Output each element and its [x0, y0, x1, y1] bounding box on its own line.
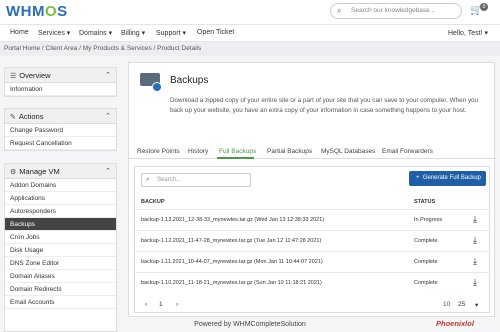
sidebar-manage-title: Manage VM [19, 167, 60, 176]
generate-full-backup-button[interactable]: + Generate Full Backup [409, 171, 486, 186]
download-icon[interactable]: ⤓ [473, 277, 477, 288]
sidebar-item-applications[interactable]: Applications [5, 192, 116, 205]
breadcrumb: Portal Home / Client Area / My Products … [0, 42, 500, 56]
sidebar-overview-header[interactable]: ☰ Overview ⌃ [5, 68, 116, 83]
backup-status: Complete [414, 280, 438, 286]
sidebar-actions-header[interactable]: ✎ Actions ⌃ [5, 109, 116, 124]
download-icon[interactable]: ⤓ [473, 214, 477, 225]
nav-open-ticket[interactable]: Open Ticket [197, 29, 234, 36]
page-title: Backups [170, 75, 209, 86]
backup-tabs: Restore Points History Full Backups Part… [129, 143, 496, 159]
table-row: backup-1.13.2021_12-38-33_mynewtes.tar.g… [135, 209, 489, 230]
sidebar-item-addon-domains[interactable]: Addon Domains [5, 179, 116, 192]
knowledgebase-search-input[interactable]: ⌕ Search our knowledgebase... [330, 3, 462, 19]
sidebar-item-backups[interactable]: Backups [5, 218, 116, 231]
header: WHMOS ⌕ Search our knowledgebase... 🛒 0 [0, 0, 500, 24]
page-size-10[interactable]: 10 [443, 301, 450, 308]
backup-name: backup-1.10.2021_11-18-21_mynewtes.tar.g… [141, 280, 322, 286]
footer: Powered by WHMCompleteSolution [194, 321, 306, 328]
main-panel: Backups Download a zipped copy of your e… [128, 62, 496, 317]
logo[interactable]: WHMOS [6, 3, 68, 20]
watermark: Phoenixlol [436, 319, 474, 328]
search-icon: ⌕ [337, 6, 342, 15]
prev-page-button[interactable]: ‹ [145, 301, 147, 308]
cart-count-badge: 0 [480, 3, 488, 11]
chevron-up-icon: ⌃ [105, 168, 111, 175]
backup-name: backup-1.13.2021_12-38-33_mynewtes.tar.g… [141, 217, 325, 223]
sidebar-item-change-password[interactable]: Change Password [5, 124, 116, 137]
tab-restore-points[interactable]: Restore Points [137, 148, 180, 155]
wrench-icon: ✎ [10, 114, 16, 121]
page-description: Download a zipped copy of your entire si… [170, 97, 479, 114]
main-nav: Home Services ▾ Domains ▾ Billing ▾ Supp… [0, 24, 500, 42]
sidebar-item-domain-redirects[interactable]: Domain Redirects [5, 283, 116, 296]
table-row: backup-1.11.2021_10-44-07_mynewtes.tar.g… [135, 251, 489, 272]
backup-search-placeholder: Search... [157, 177, 182, 183]
tab-partial-backups[interactable]: Partial Backups [267, 148, 312, 155]
sidebar-manage-header[interactable]: ⚙ Manage VM ⌃ [5, 164, 116, 179]
nav-services[interactable]: Services ▾ [38, 29, 70, 37]
column-header-status[interactable]: STATUS [414, 199, 435, 205]
nav-support[interactable]: Support ▾ [156, 29, 186, 37]
logo-o: O [45, 3, 58, 20]
backup-search-input[interactable]: ⌕ Search... [141, 173, 251, 187]
nav-home[interactable]: Home [10, 29, 29, 36]
sidebar-item-domain-aliases[interactable]: Domain Aliases [5, 270, 116, 283]
sidebar-item-autoresponders[interactable]: Autoresponders [5, 205, 116, 218]
sidebar-item-request-cancellation[interactable]: Request Cancellation [5, 137, 116, 150]
tab-mysql-databases[interactable]: MySQL Databases [321, 148, 375, 155]
sidebar-actions: ✎ Actions ⌃ Change Password Request Cancel… [4, 108, 117, 151]
sidebar-item-information[interactable]: Information [5, 83, 116, 96]
page-number-1[interactable]: 1 [159, 301, 163, 308]
backup-status: In Progress [414, 217, 443, 223]
sidebar-overview-title: Overview [19, 71, 51, 80]
tab-email-forwarders[interactable]: Email Forwarders [382, 148, 433, 155]
backup-name: backup-1.11.2021_10-44-07_mynewtes.tar.g… [141, 259, 323, 265]
page-size-more[interactable]: ▾ [475, 301, 478, 309]
full-backups-panel: ⌕ Search... + Generate Full Backup BACKUP… [134, 166, 490, 313]
sidebar-actions-title: Actions [18, 112, 44, 121]
cog-icon: ⚙ [10, 169, 17, 176]
chevron-up-icon: ⌃ [105, 72, 111, 79]
sidebar-item-dns-zone-editor[interactable]: DNS Zone Editor [5, 257, 116, 270]
generate-button-label: Generate Full Backup [422, 175, 481, 181]
search-placeholder: Search our knowledgebase... [351, 7, 436, 14]
table-row: backup-1.12.2021_11-47-28_mynewtes.tar.g… [135, 230, 489, 251]
active-tab-indicator [217, 157, 254, 159]
nav-billing[interactable]: Billing ▾ [121, 29, 145, 37]
backup-badge-icon [152, 82, 162, 92]
chevron-up-icon: ⌃ [105, 113, 111, 120]
download-icon[interactable]: ⤓ [473, 256, 477, 267]
column-header-backup[interactable]: BACKUP [141, 199, 165, 205]
backup-status: Complete [414, 238, 438, 244]
backup-name: backup-1.12.2021_11-47-28_mynewtes.tar.g… [141, 238, 322, 244]
pagination: ‹ 1 › 10 25 ▾ [135, 297, 489, 313]
page-size-25[interactable]: 25 [458, 301, 465, 308]
sidebar-item-disk-usage[interactable]: Disk Usage [5, 244, 116, 257]
sidebar-item-email-accounts[interactable]: Email Accounts [5, 296, 116, 309]
logo-suffix: S [57, 3, 68, 20]
sidebar-item-cron-jobs[interactable]: Cron Jobs [5, 231, 116, 244]
tab-full-backups[interactable]: Full Backups [219, 148, 256, 155]
nav-user-menu[interactable]: Hello, Test! ▾ [448, 29, 488, 37]
table-row: backup-1.10.2021_11-18-21_mynewtes.tar.g… [135, 272, 489, 293]
logo-prefix: WHM [6, 3, 45, 20]
nav-domains[interactable]: Domains ▾ [79, 29, 112, 37]
sidebar-overview: ☰ Overview ⌃ Information [4, 67, 117, 97]
list-icon: ☰ [10, 73, 17, 80]
tab-history[interactable]: History [188, 148, 208, 155]
download-icon[interactable]: ⤓ [473, 235, 477, 246]
sidebar-manage-vm: ⚙ Manage VM ⌃ Addon Domains Applications A… [4, 163, 117, 332]
backup-status: Complete [414, 259, 438, 265]
search-icon: ⌕ [146, 176, 150, 183]
next-page-button[interactable]: › [176, 301, 178, 308]
